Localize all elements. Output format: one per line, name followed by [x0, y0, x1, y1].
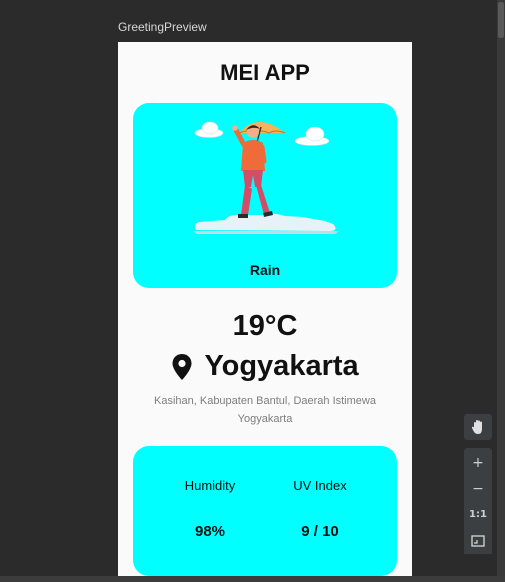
preview-canvas: MEI APP Rain 19°C Yogyakarta Kasihan, Ka… — [118, 42, 412, 576]
address-text: Kasihan, Kabupaten Bantul, Daerah Istime… — [154, 395, 376, 425]
fit-screen-icon — [471, 535, 485, 547]
humidity-value: 98% — [194, 523, 226, 540]
pan-tool-button[interactable] — [464, 414, 492, 440]
weather-card: Rain — [133, 103, 397, 288]
uv-index-value: 9 / 10 — [301, 523, 339, 540]
weather-condition: Rain — [249, 262, 281, 278]
preview-label: GreetingPreview — [118, 20, 207, 34]
fit-screen-button[interactable] — [464, 528, 492, 554]
humidity-stat: Humidity 98% — [155, 478, 265, 540]
actual-size-button[interactable]: 1:1 — [464, 502, 492, 528]
hand-icon — [471, 420, 482, 434]
humidity-label: Humidity — [184, 478, 236, 493]
location-pin-icon — [172, 353, 192, 380]
temperature: 19°C — [232, 310, 298, 342]
zoom-out-button[interactable]: − — [464, 476, 492, 502]
uv-index-label: UV Index — [293, 478, 347, 493]
stats-card: Humidity 98% UV Index 9 / 10 — [133, 446, 397, 576]
app-title: MEI APP — [220, 60, 310, 85]
city-name: Yogyakarta — [204, 350, 359, 382]
zoom-controls: + − 1:1 — [464, 448, 492, 554]
bottom-edge — [0, 576, 505, 582]
zoom-in-button[interactable]: + — [464, 450, 492, 476]
uv-index-stat: UV Index 9 / 10 — [265, 478, 375, 540]
rain-illustration — [193, 121, 339, 234]
vertical-scrollbar[interactable] — [497, 0, 505, 582]
location-row: Yogyakarta — [118, 350, 412, 390]
